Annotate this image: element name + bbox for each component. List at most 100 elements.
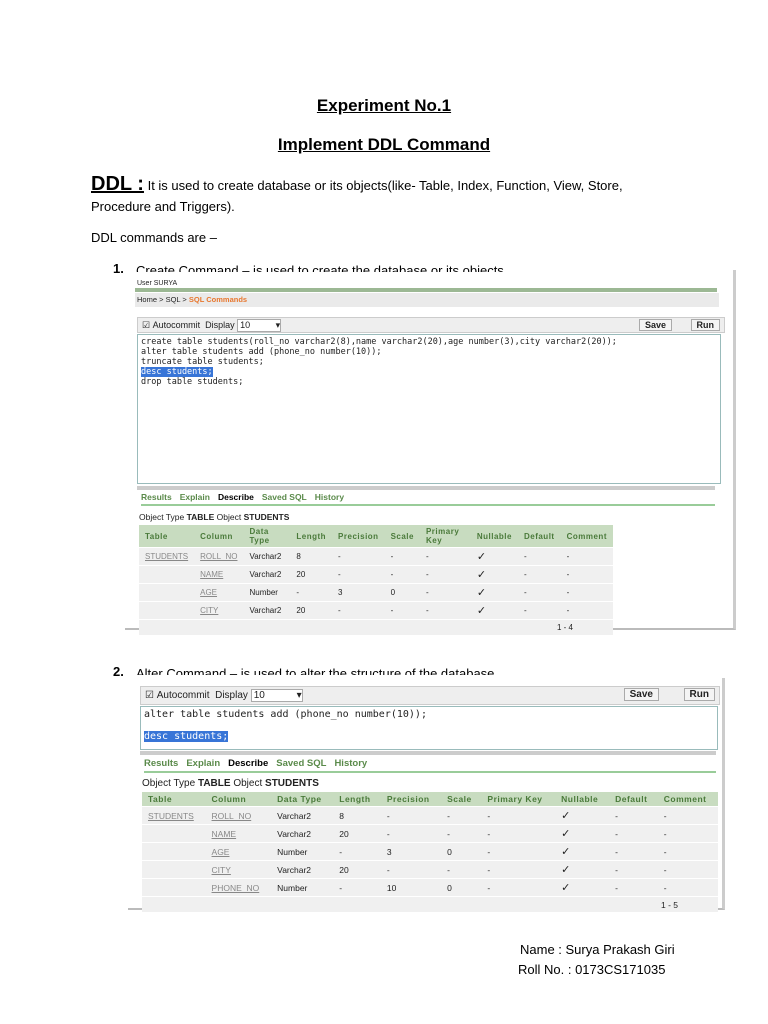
display-label: Display xyxy=(215,690,248,701)
page-title: Experiment No.1 xyxy=(316,96,452,115)
table-cell[interactable]: AGE xyxy=(194,583,244,602)
nullable-check-icon: ✓ xyxy=(470,601,518,620)
tab-saved-sql[interactable]: Saved SQL xyxy=(262,492,307,502)
result-tabs: Results Explain Describe Saved SQL History xyxy=(141,492,715,506)
table-cell: - xyxy=(380,824,442,843)
table-cell: - xyxy=(481,860,556,879)
table-cell: - xyxy=(517,565,561,584)
table-cell: 3 xyxy=(380,842,442,861)
table-cell: Number xyxy=(271,878,334,897)
nullable-check-icon: ✓ xyxy=(555,806,610,825)
table-cell[interactable]: STUDENTS xyxy=(142,806,206,825)
display-select[interactable]: 10 ▾ xyxy=(237,318,282,332)
table-cell: - xyxy=(560,601,613,620)
table-cell: - xyxy=(441,860,482,879)
table-cell[interactable]: ROLL_NO xyxy=(194,547,244,566)
table-cell: - xyxy=(384,565,420,584)
table-cell[interactable]: CITY xyxy=(194,601,244,620)
table-cell: - xyxy=(609,860,658,879)
table-cell: - xyxy=(332,547,385,566)
column-header: Column xyxy=(205,792,272,807)
nullable-check-icon: ✓ xyxy=(555,860,610,879)
table-cell: - xyxy=(481,824,556,843)
table-cell: - xyxy=(657,860,718,879)
column-header: Scale xyxy=(384,525,420,548)
table-cell: - xyxy=(560,583,613,602)
run-button[interactable]: Run xyxy=(683,688,715,701)
tab-saved-sql[interactable]: Saved SQL xyxy=(276,758,326,769)
table-cell: - xyxy=(481,878,556,897)
item-number: 1. xyxy=(113,261,124,276)
breadcrumb-home[interactable]: Home xyxy=(137,295,157,304)
column-header: Length xyxy=(333,792,381,807)
table-cell: Varchar2 xyxy=(243,601,291,620)
table-row: AGE Number -3 0- ✓ - - xyxy=(142,842,718,861)
nullable-check-icon: ✓ xyxy=(555,878,610,897)
toolbar: ☑ Autocommit Display 10 ▾ Save Run xyxy=(140,686,720,705)
table-cell: - xyxy=(517,601,561,620)
tab-explain[interactable]: Explain xyxy=(186,758,220,769)
autocommit-checkbox[interactable]: ☑ xyxy=(142,320,150,331)
table-cell: 0 xyxy=(441,878,482,897)
table-cell xyxy=(142,878,206,897)
column-header: Default xyxy=(517,525,561,548)
column-header: Precision xyxy=(380,792,442,807)
table-cell[interactable]: STUDENTS xyxy=(139,547,195,566)
tab-history[interactable]: History xyxy=(315,492,344,502)
tab-describe[interactable]: Describe xyxy=(218,492,254,502)
tab-results[interactable]: Results xyxy=(141,492,172,502)
table-cell: - xyxy=(517,547,561,566)
table-cell[interactable]: AGE xyxy=(205,842,272,861)
table-cell[interactable]: ROLL_NO xyxy=(205,806,272,825)
sql-editor[interactable]: alter table students add (phone_no numbe… xyxy=(140,706,718,750)
column-header: Table xyxy=(142,792,206,807)
ddl-term: DDL : xyxy=(91,173,144,195)
run-button[interactable]: Run xyxy=(690,319,720,331)
toolbar: ☑ Autocommit Display 10 ▾ Save Run xyxy=(137,317,725,333)
table-cell: - xyxy=(290,583,333,602)
table-row: NAME Varchar2 20- - - ✓ - - xyxy=(142,824,718,843)
table-cell[interactable]: PHONE_NO xyxy=(205,878,272,897)
table-cell: - xyxy=(384,601,420,620)
autocommit-checkbox[interactable]: ☑ xyxy=(145,690,154,701)
column-header: Table xyxy=(139,525,195,548)
table-cell[interactable]: NAME xyxy=(205,824,272,843)
column-header: Nullable xyxy=(555,792,610,807)
table-cell: Number xyxy=(243,583,291,602)
column-header: Length xyxy=(290,525,333,548)
tab-describe[interactable]: Describe xyxy=(228,758,268,769)
screenshot-create: User SURYA Home > SQL > SQL Commands ☑ A… xyxy=(125,270,736,635)
nullable-check-icon: ✓ xyxy=(470,583,518,602)
table-cell[interactable]: CITY xyxy=(205,860,272,879)
table-row: CITY Varchar2 20- - - ✓ - - xyxy=(142,860,718,879)
breadcrumb-sql-commands[interactable]: SQL Commands xyxy=(189,295,247,304)
column-header: Scale xyxy=(441,792,482,807)
table-row: CITY Varchar2 20- - - ✓ - - xyxy=(139,601,613,620)
column-header: Comment xyxy=(657,792,718,807)
save-button[interactable]: Save xyxy=(623,688,659,701)
display-select[interactable]: 10 ▾ xyxy=(250,689,303,702)
tab-explain[interactable]: Explain xyxy=(180,492,210,502)
table-cell: - xyxy=(657,878,718,897)
student-name: Name : Surya Prakash Giri xyxy=(520,942,675,957)
table-cell: - xyxy=(332,601,385,620)
table-cell: - xyxy=(333,878,381,897)
table-cell: - xyxy=(441,806,482,825)
table-cell: 0 xyxy=(384,583,420,602)
save-button[interactable]: Save xyxy=(638,319,672,331)
roll-number: Roll No. : 0173CS171035 xyxy=(518,962,666,977)
table-cell[interactable]: NAME xyxy=(194,565,244,584)
breadcrumb-sql[interactable]: SQL xyxy=(166,295,181,304)
column-header: Column xyxy=(194,525,244,548)
table-cell: 20 xyxy=(290,565,333,584)
table-cell: - xyxy=(560,565,613,584)
table-cell: - xyxy=(609,824,658,843)
column-header: Comment xyxy=(560,525,613,548)
item-text: Alter Command – is used to alter the str… xyxy=(136,666,495,675)
sql-editor[interactable]: create table students(roll_no varchar2(8… xyxy=(137,334,721,484)
tab-results[interactable]: Results xyxy=(144,758,178,769)
table-cell: - xyxy=(481,842,556,861)
table-cell: - xyxy=(419,547,471,566)
table-row: AGE Number -3 0- ✓ - - xyxy=(139,583,613,602)
tab-history[interactable]: History xyxy=(334,758,367,769)
